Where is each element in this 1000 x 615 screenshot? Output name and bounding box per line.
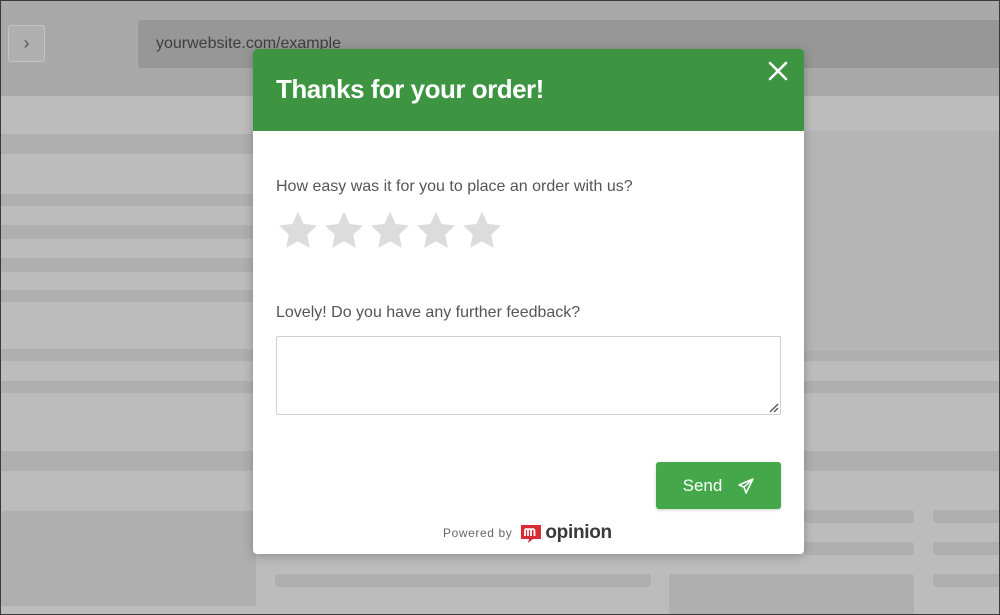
- placeholder-block: [669, 574, 914, 614]
- back-button[interactable]: ›: [8, 25, 45, 62]
- star-icon[interactable]: [414, 209, 458, 253]
- placeholder-bar: [275, 574, 651, 587]
- mopinion-logo[interactable]: opinion: [519, 522, 612, 544]
- browser-frame: › yourwebsite.com/example Thanks for you…: [0, 0, 1000, 615]
- resize-handle-icon[interactable]: [767, 401, 779, 413]
- brand-name: opinion: [545, 522, 612, 543]
- feedback-question: Lovely! Do you have any further feedback…: [276, 304, 581, 321]
- close-icon: [768, 61, 788, 81]
- paper-plane-icon: [738, 477, 755, 494]
- feedback-textarea[interactable]: [276, 336, 781, 415]
- placeholder-bar: [933, 574, 999, 587]
- feedback-modal: Thanks for your order! How easy was it f…: [253, 49, 804, 554]
- placeholder-block: [804, 131, 999, 351]
- send-button[interactable]: Send: [656, 462, 781, 509]
- modal-title: Thanks for your order!: [276, 74, 544, 104]
- placeholder-bar: [804, 542, 914, 555]
- rating-question: How easy was it for you to place an orde…: [276, 178, 633, 195]
- star-icon[interactable]: [276, 209, 320, 253]
- powered-by: Powered by opinion: [443, 520, 612, 546]
- send-button-label: Send: [682, 475, 723, 495]
- star-icon[interactable]: [322, 209, 366, 253]
- mopinion-m-logo-icon: [521, 525, 542, 543]
- placeholder-bar: [933, 510, 999, 523]
- star-icon[interactable]: [368, 209, 412, 253]
- close-button[interactable]: [766, 59, 790, 83]
- placeholder-bar: [804, 510, 914, 523]
- placeholder-bar: [933, 542, 999, 555]
- placeholder-block: [1, 511, 256, 606]
- star-icon[interactable]: [460, 209, 504, 253]
- star-rating: [276, 209, 504, 253]
- powered-by-label: Powered by: [443, 526, 513, 540]
- chevron-right-icon: ›: [23, 33, 30, 53]
- modal-header: Thanks for your order!: [253, 49, 804, 131]
